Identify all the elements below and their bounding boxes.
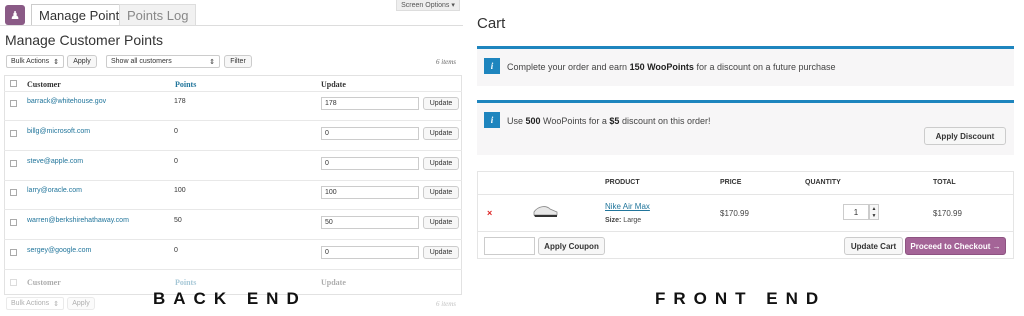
points-input[interactable]: 0 <box>321 157 419 170</box>
customer-filter-select[interactable]: Show all customers ⇕ <box>106 55 220 68</box>
redeem-points-notice: i Use 500 WooPoints for a $5 discount on… <box>477 100 1014 155</box>
row-divider <box>4 180 462 181</box>
update-button[interactable]: Update <box>423 216 459 229</box>
column-points[interactable]: Points <box>175 80 196 89</box>
product-thumbnail[interactable] <box>530 200 560 225</box>
points-input[interactable]: 0 <box>321 246 419 259</box>
column-price: PRICE <box>720 179 742 186</box>
row-divider <box>4 150 462 151</box>
column-update-footer: Update <box>321 278 346 287</box>
redeem-points-text: Use 500 WooPoints for a $5 discount on t… <box>507 116 711 126</box>
earn-points-notice: i Complete your order and earn 150 WooPo… <box>477 46 1014 86</box>
customer-email[interactable]: billg@microsoft.com <box>27 128 90 135</box>
item-count-bottom: 6 items <box>436 300 457 308</box>
info-icon: i <box>484 58 500 74</box>
column-update: Update <box>321 80 346 89</box>
header-divider <box>4 91 462 92</box>
customer-email[interactable]: steve@apple.com <box>27 158 83 165</box>
select-all-checkbox-footer[interactable] <box>10 279 17 286</box>
apply-coupon-button[interactable]: Apply Coupon <box>538 237 605 255</box>
row-divider <box>4 269 462 270</box>
select-all-checkbox[interactable] <box>10 80 17 87</box>
line-total: $170.99 <box>933 209 962 218</box>
increment-icon[interactable]: ▲ <box>872 206 877 212</box>
proceed-to-checkout-button[interactable]: Proceed to Checkout → <box>905 237 1006 255</box>
product-size: Size: Large <box>605 217 642 224</box>
customer-points: 0 <box>174 128 178 135</box>
column-customer-footer[interactable]: Customer <box>27 278 61 287</box>
cart-title: Cart <box>477 15 506 32</box>
customer-email[interactable]: warren@berkshirehathaway.com <box>27 217 129 224</box>
column-product: PRODUCT <box>605 179 640 186</box>
cart-header-divider <box>477 194 1014 195</box>
apply-button[interactable]: Apply <box>67 55 97 68</box>
back-end-label: BACK END <box>153 289 307 308</box>
customer-filter-value: Show all customers <box>111 58 172 65</box>
row-checkbox[interactable] <box>10 100 17 107</box>
customer-points: 100 <box>174 187 186 194</box>
customer-email[interactable]: larry@oracle.com <box>27 187 82 194</box>
update-button[interactable]: Update <box>423 97 459 110</box>
update-button[interactable]: Update <box>423 186 459 199</box>
product-name-link[interactable]: Nike Air Max <box>605 202 650 211</box>
users-icon: ♟ <box>5 5 25 25</box>
column-quantity: QUANTITY <box>805 179 841 186</box>
apply-button-bottom[interactable]: Apply <box>67 297 95 310</box>
customer-email[interactable]: barrack@whitehouse.gov <box>27 98 106 105</box>
points-input[interactable]: 0 <box>321 127 419 140</box>
bulk-actions-value: Bulk Actions <box>11 58 50 65</box>
quantity-input[interactable]: 1 <box>843 204 869 220</box>
customer-points: 0 <box>174 158 178 165</box>
update-button[interactable]: Update <box>423 246 459 259</box>
points-input[interactable]: 178 <box>321 97 419 110</box>
tab-points-log[interactable]: Points Log <box>119 4 197 26</box>
bulk-actions-value: Bulk Actions <box>11 300 50 307</box>
row-divider <box>4 239 462 240</box>
customer-points: 50 <box>174 217 182 224</box>
customer-points: 178 <box>174 98 186 105</box>
update-button[interactable]: Update <box>423 157 459 170</box>
points-input[interactable]: 100 <box>321 186 419 199</box>
earn-points-text: Complete your order and earn 150 WooPoin… <box>507 62 836 72</box>
column-points-footer[interactable]: Points <box>175 278 196 287</box>
tab-divider <box>0 25 463 26</box>
filter-button[interactable]: Filter <box>224 55 252 68</box>
quantity-stepper[interactable]: ▲ ▼ <box>869 204 879 220</box>
info-icon: i <box>484 112 500 128</box>
row-checkbox[interactable] <box>10 130 17 137</box>
decrement-icon[interactable]: ▼ <box>872 213 877 219</box>
column-total: TOTAL <box>933 179 956 186</box>
apply-discount-button[interactable]: Apply Discount <box>924 127 1006 145</box>
update-button[interactable]: Update <box>423 127 459 140</box>
row-divider <box>4 209 462 210</box>
row-divider <box>4 120 462 121</box>
updown-icon: ⇕ <box>53 58 59 66</box>
item-count: 6 items <box>436 58 457 66</box>
points-input[interactable]: 50 <box>321 216 419 229</box>
update-cart-button[interactable]: Update Cart <box>844 237 903 255</box>
row-checkbox[interactable] <box>10 219 17 226</box>
updown-icon: ⇕ <box>209 58 215 66</box>
row-checkbox[interactable] <box>10 249 17 256</box>
page-title: Manage Customer Points <box>5 32 163 48</box>
column-customer[interactable]: Customer <box>27 80 61 89</box>
row-checkbox[interactable] <box>10 160 17 167</box>
bulk-actions-select-bottom[interactable]: Bulk Actions ⇕ <box>6 297 64 310</box>
bulk-actions-select[interactable]: Bulk Actions ⇕ <box>6 55 64 68</box>
row-checkbox[interactable] <box>10 189 17 196</box>
remove-item-icon[interactable]: × <box>487 208 492 218</box>
coupon-code-input[interactable] <box>484 237 535 255</box>
customer-points: 0 <box>174 247 178 254</box>
cart-row-divider <box>477 231 1014 232</box>
screen-options-button[interactable]: Screen Options ▾ <box>396 0 460 11</box>
customer-email[interactable]: sergey@google.com <box>27 247 91 254</box>
product-price: $170.99 <box>720 209 749 218</box>
front-end-label: FRONT END <box>655 289 827 308</box>
updown-icon: ⇕ <box>53 300 59 308</box>
